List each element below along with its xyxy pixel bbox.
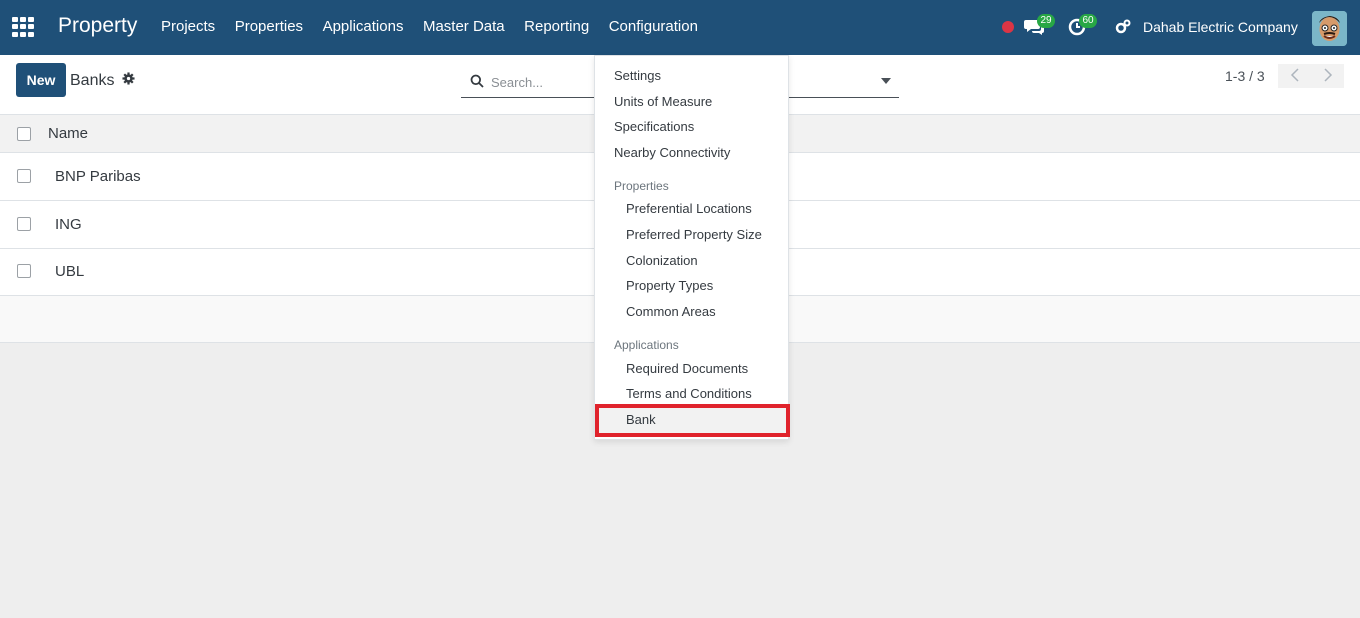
pager-value[interactable]: 1-3 / 3 [1225, 68, 1265, 84]
chat-count-badge: 29 [1037, 14, 1055, 28]
main-menu: Projects Properties Applications Master … [161, 18, 717, 35]
menu-item-preferred-property-size[interactable]: Preferred Property Size [626, 227, 762, 242]
search-options-toggle-icon[interactable] [881, 78, 891, 84]
menu-item-bank[interactable]: Bank [626, 412, 656, 427]
pager-previous-button[interactable] [1278, 64, 1311, 88]
user-avatar[interactable] [1312, 11, 1347, 46]
menu-section-applications: Applications [614, 338, 679, 352]
select-all-checkbox[interactable] [17, 127, 31, 141]
menu-item-settings[interactable]: Settings [614, 68, 661, 83]
menu-item-nearby-connectivity[interactable]: Nearby Connectivity [614, 145, 730, 160]
activity-count-badge: 60 [1079, 14, 1097, 28]
menu-item-required-documents[interactable]: Required Documents [626, 361, 748, 376]
apps-menu-icon[interactable] [12, 17, 34, 37]
company-name[interactable]: Dahab Electric Company [1143, 19, 1298, 35]
row-checkbox[interactable] [17, 169, 31, 183]
gear-icon[interactable] [122, 72, 135, 85]
chevron-left-icon [1290, 67, 1299, 82]
pager-next-button[interactable] [1311, 64, 1344, 88]
menu-applications[interactable]: Applications [323, 18, 404, 35]
menu-properties[interactable]: Properties [235, 18, 303, 35]
row-name-cell: UBL [55, 263, 85, 280]
row-name-cell: BNP Paribas [55, 168, 141, 185]
configuration-dropdown: Settings Units of Measure Specifications… [594, 55, 790, 440]
menu-section-properties: Properties [614, 179, 669, 193]
chevron-right-icon [1323, 67, 1332, 82]
row-name-cell: ING [55, 216, 82, 233]
menu-master-data[interactable]: Master Data [423, 18, 505, 35]
menu-item-specifications[interactable]: Specifications [614, 119, 694, 134]
row-checkbox[interactable] [17, 217, 31, 231]
column-header-name[interactable]: Name [48, 125, 88, 142]
menu-item-common-areas[interactable]: Common Areas [626, 304, 716, 319]
search-icon [470, 74, 484, 88]
menu-item-property-types[interactable]: Property Types [626, 278, 713, 293]
recording-dot-icon[interactable] [1002, 21, 1014, 33]
menu-projects[interactable]: Projects [161, 18, 215, 35]
search-input[interactable] [491, 72, 601, 92]
menu-configuration[interactable]: Configuration [609, 18, 698, 35]
menu-item-terms-and-conditions[interactable]: Terms and Conditions [626, 386, 752, 401]
highlight-box [595, 404, 790, 437]
menu-item-units-of-measure[interactable]: Units of Measure [614, 94, 712, 109]
app-brand[interactable]: Property [58, 14, 137, 38]
new-button[interactable]: New [16, 63, 66, 97]
menu-item-colonization[interactable]: Colonization [626, 253, 698, 268]
row-checkbox[interactable] [17, 264, 31, 278]
top-navbar: Property Projects Properties Application… [0, 0, 1360, 55]
menu-item-preferential-locations[interactable]: Preferential Locations [626, 201, 752, 216]
company-switch-icon[interactable] [1115, 19, 1131, 35]
page-title: Banks [70, 72, 115, 89]
menu-reporting[interactable]: Reporting [524, 18, 589, 35]
